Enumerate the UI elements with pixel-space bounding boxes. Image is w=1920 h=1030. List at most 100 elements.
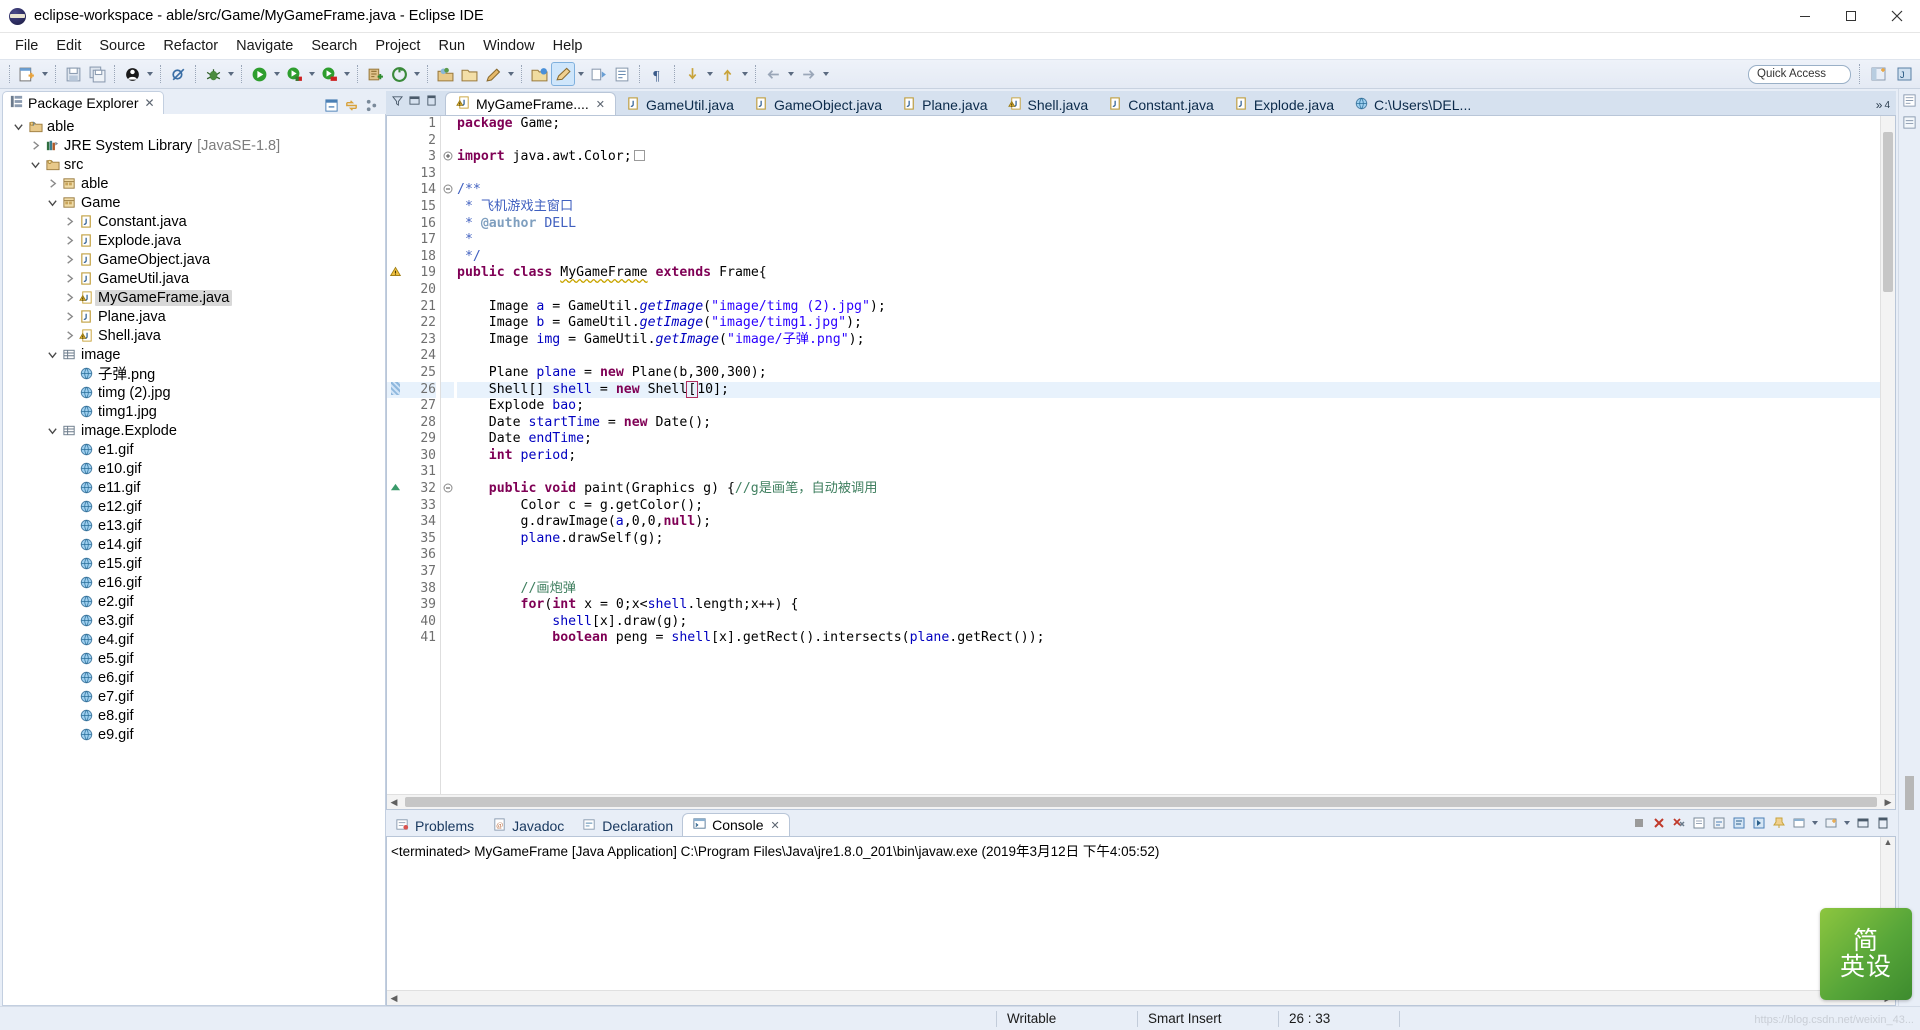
tree-item-e15-gif[interactable]: e15.gif xyxy=(3,554,385,573)
new-file-dropdown-icon[interactable] xyxy=(39,63,50,85)
external-tools-icon[interactable] xyxy=(318,63,340,85)
open-type-dropdown-icon[interactable] xyxy=(411,63,422,85)
previous-annotation-icon[interactable] xyxy=(681,63,703,85)
hscroll-left-arrow[interactable]: ◀ xyxy=(387,797,401,808)
link-with-editor-icon[interactable] xyxy=(342,96,360,114)
tree-item-e13-gif[interactable]: e13.gif xyxy=(3,516,385,535)
tab-package-explorer[interactable]: Package Explorer ✕ xyxy=(2,91,164,114)
terminate-icon[interactable] xyxy=(1629,814,1648,833)
editor-tab-gameobject-java[interactable]: GameObject.java xyxy=(744,94,892,115)
menu-run[interactable]: Run xyxy=(429,35,474,57)
code-line[interactable]: */ xyxy=(457,249,1880,266)
console-tab-close-icon[interactable]: ✕ xyxy=(771,819,780,832)
java-perspective-icon[interactable]: J xyxy=(1894,63,1916,85)
tree-item-e5-gif[interactable]: e5.gif xyxy=(3,649,385,668)
editor-minimize-icon[interactable] xyxy=(409,93,420,111)
java-class-icon[interactable] xyxy=(121,63,143,85)
editor-overflow-chevron[interactable]: » xyxy=(1876,98,1883,112)
editor-vertical-scrollbar[interactable] xyxy=(1880,116,1895,794)
chevron-right-icon[interactable] xyxy=(62,288,77,307)
back-dropdown-icon[interactable] xyxy=(785,63,796,85)
tree-item-src[interactable]: src xyxy=(3,155,385,174)
code-line[interactable]: package Game; xyxy=(457,116,1880,133)
pin-console-icon[interactable] xyxy=(1769,814,1788,833)
code-line[interactable]: * xyxy=(457,232,1880,249)
package-explorer-close-icon[interactable]: ✕ xyxy=(145,96,155,110)
editor-horizontal-scrollbar[interactable]: ◀ ▶ xyxy=(387,794,1895,809)
chevron-down-icon[interactable] xyxy=(11,117,26,136)
folder-icon[interactable] xyxy=(458,63,480,85)
next-annotation-icon[interactable] xyxy=(611,63,633,85)
code-line[interactable]: for(int x = 0;x<shell.length;x++) { xyxy=(457,597,1880,614)
tree-item-gameutil-java[interactable]: GameUtil.java xyxy=(3,269,385,288)
code-line[interactable]: Plane plane = new Plane(b,300,300); xyxy=(457,365,1880,382)
chevron-down-icon[interactable] xyxy=(45,421,60,440)
code-line[interactable] xyxy=(457,133,1880,150)
last-edit-icon[interactable] xyxy=(587,63,609,85)
tree-item-e6-gif[interactable]: e6.gif xyxy=(3,668,385,687)
menu-navigate[interactable]: Navigate xyxy=(227,35,302,57)
console-minimize-icon[interactable] xyxy=(1853,814,1872,833)
chevron-right-icon[interactable] xyxy=(28,136,43,155)
chevron-down-icon[interactable] xyxy=(28,155,43,174)
tree-item-e1-gif[interactable]: e1.gif xyxy=(3,440,385,459)
save-all-icon[interactable] xyxy=(86,63,108,85)
open-console-dropdown-icon[interactable] xyxy=(1841,812,1852,834)
console-tab-problems[interactable]: Problems xyxy=(386,815,483,836)
collapse-all-icon[interactable] xyxy=(322,96,340,114)
tree-item-e12-gif[interactable]: e12.gif xyxy=(3,497,385,516)
console-tab-declaration[interactable]: Declaration xyxy=(573,815,682,836)
code-line[interactable] xyxy=(457,166,1880,183)
view-menu-icon[interactable] xyxy=(362,96,380,114)
editor-tab-shell-java[interactable]: Shell.java xyxy=(998,94,1099,115)
menu-file[interactable]: File xyxy=(6,35,47,57)
annotation-ruler[interactable] xyxy=(387,116,404,794)
chevron-right-icon[interactable] xyxy=(62,326,77,345)
menu-edit[interactable]: Edit xyxy=(47,35,90,57)
code-line[interactable]: Image a = GameUtil.getImage("image/timg … xyxy=(457,299,1880,316)
hscroll-right-arrow[interactable]: ▶ xyxy=(1881,797,1895,808)
fold-toggle[interactable] xyxy=(441,149,454,166)
annotation-marker[interactable] xyxy=(387,265,404,282)
code-line[interactable] xyxy=(457,564,1880,581)
editor-tab-close-icon[interactable]: ✕ xyxy=(596,98,605,111)
tree-item-able[interactable]: able xyxy=(3,117,385,136)
close-button[interactable] xyxy=(1874,0,1920,33)
clear-console-icon[interactable] xyxy=(1689,814,1708,833)
menu-refactor[interactable]: Refactor xyxy=(154,35,227,57)
editor-filter-icon[interactable] xyxy=(391,93,404,111)
tree-item-jre-system-library[interactable]: JRE System Library [JavaSE-1.8] xyxy=(3,136,385,155)
remove-launch-icon[interactable] xyxy=(1649,814,1668,833)
menu-search[interactable]: Search xyxy=(302,35,366,57)
editor-tab-plane-java[interactable]: Plane.java xyxy=(892,94,997,115)
external-tools-dropdown-icon[interactable] xyxy=(341,63,352,85)
code-line[interactable]: public class MyGameFrame extends Frame{ xyxy=(457,265,1880,282)
console-tab-javadoc[interactable]: @ Javadoc xyxy=(483,815,573,836)
java-class-dropdown-icon[interactable] xyxy=(144,63,155,85)
console-hscroll-left-arrow[interactable]: ◀ xyxy=(387,993,401,1004)
tree-item-mygameframe-java[interactable]: MyGameFrame.java xyxy=(3,288,385,307)
folding-ruler[interactable] xyxy=(440,116,454,794)
display-console-dropdown-icon[interactable] xyxy=(1809,812,1820,834)
annotation-marker[interactable] xyxy=(387,481,404,498)
code-line[interactable]: * 飞机游戏主窗口 xyxy=(457,199,1880,216)
new-project-icon[interactable] xyxy=(364,63,386,85)
open-type-icon[interactable] xyxy=(388,63,410,85)
code-line[interactable]: Shell[] shell = new Shell[10]; xyxy=(457,380,1880,399)
tree-item-constant-java[interactable]: Constant.java xyxy=(3,212,385,231)
chevron-right-icon[interactable] xyxy=(62,307,77,326)
menu-project[interactable]: Project xyxy=(366,35,429,57)
code-line[interactable]: int period; xyxy=(457,448,1880,465)
editor-tab-gameutil-java[interactable]: GameUtil.java xyxy=(616,94,744,115)
chevron-down-icon[interactable] xyxy=(45,345,60,364)
chevron-right-icon[interactable] xyxy=(62,269,77,288)
annotation-marker[interactable] xyxy=(387,381,404,399)
java-editor[interactable]: 1 2 3 13 14 15 16 17 18 19 20 21 22 23 24 25 26 27 28 29 30 3… xyxy=(386,115,1896,810)
scroll-lock-icon[interactable] xyxy=(1709,814,1728,833)
run-play-icon[interactable] xyxy=(248,63,270,85)
back-arrow-icon[interactable] xyxy=(762,63,784,85)
code-line[interactable] xyxy=(457,348,1880,365)
tree-item-e11-gif[interactable]: e11.gif xyxy=(3,478,385,497)
paragraph-mark-icon[interactable]: ¶ xyxy=(646,63,668,85)
tree-item-timg-2-jpg[interactable]: timg (2).jpg xyxy=(3,383,385,402)
